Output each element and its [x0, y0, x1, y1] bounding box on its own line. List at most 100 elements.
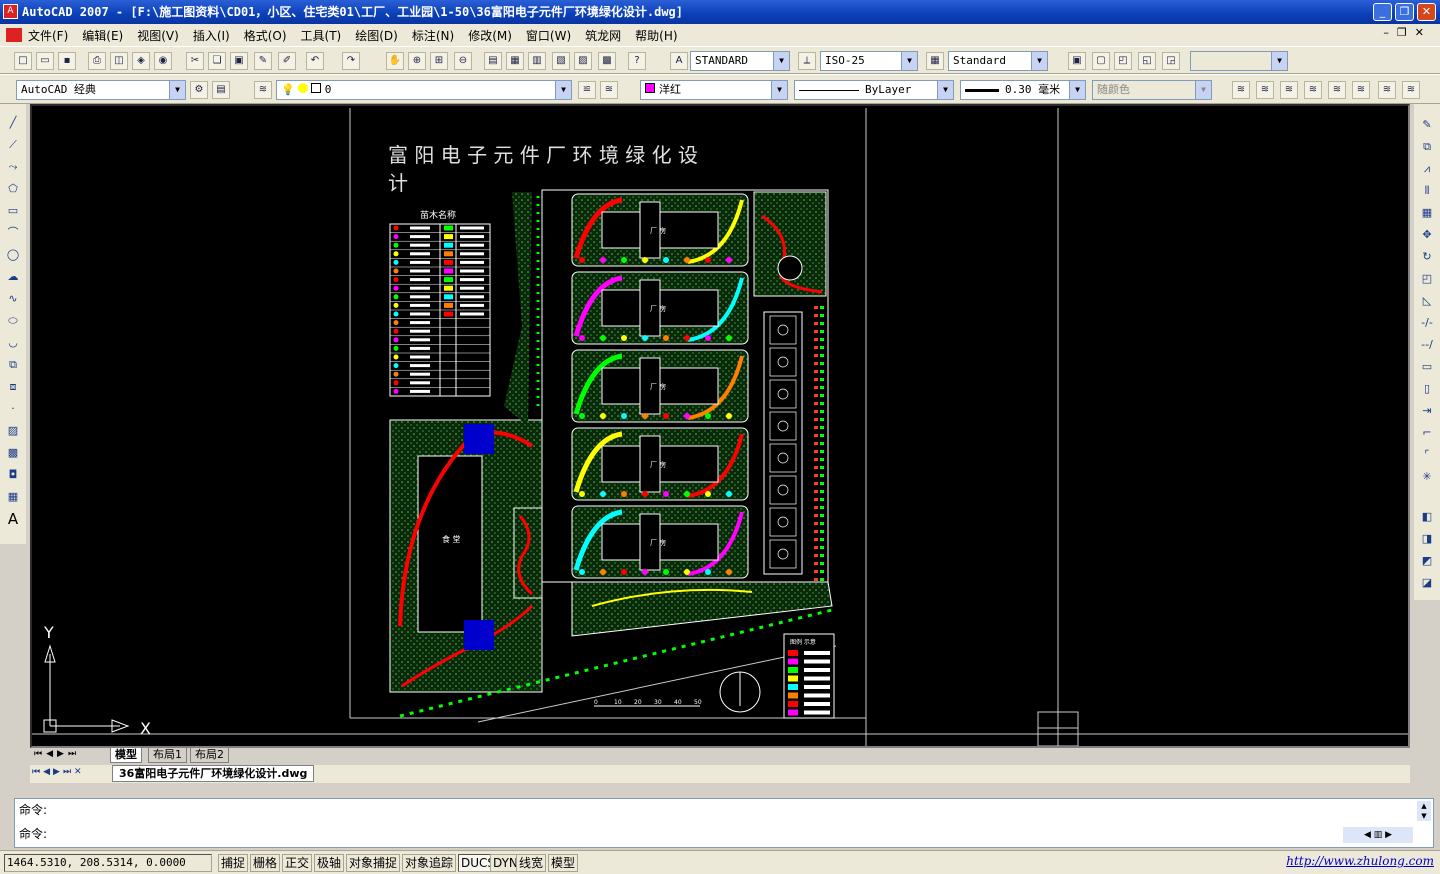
layer-previous-icon[interactable]: ≊	[600, 81, 618, 99]
polyline-icon[interactable]: ⤳	[4, 158, 22, 176]
viewport-scale-select[interactable]: ▼	[1190, 51, 1288, 71]
break-icon[interactable]: ▯	[1418, 380, 1436, 398]
text-style-select[interactable]: STANDARD ▼	[690, 51, 790, 71]
move-icon[interactable]: ✥	[1418, 226, 1436, 244]
layer-tool-icon-8[interactable]: ≋	[1402, 81, 1420, 99]
ellipse-icon[interactable]: ⬭	[4, 312, 22, 330]
region-icon[interactable]: ◘	[4, 466, 22, 484]
menu-help[interactable]: 帮助(H)	[635, 27, 677, 44]
menu-draw[interactable]: 绘图(D)	[355, 27, 398, 44]
viewport-icon-1[interactable]: ▣	[1068, 52, 1086, 70]
osnap-toggle[interactable]: 对象捕捉	[346, 854, 401, 872]
zoom-realtime-icon[interactable]: ⊕	[408, 52, 426, 70]
doc-icon[interactable]	[6, 28, 22, 42]
paste-icon[interactable]: ▣	[230, 52, 248, 70]
dim-style-icon[interactable]: ⟂	[798, 52, 816, 70]
layer-tool-icon-1[interactable]: ≋	[1232, 81, 1250, 99]
cut-icon[interactable]: ✂	[186, 52, 204, 70]
tab-model[interactable]: 模型	[110, 748, 142, 763]
maximize-button[interactable]: ❐	[1395, 3, 1414, 21]
open-icon[interactable]: ▭	[36, 52, 54, 70]
otrack-toggle[interactable]: 对象追踪	[402, 854, 457, 872]
layer-tool-icon-6[interactable]: ≋	[1352, 81, 1370, 99]
insert-block-icon[interactable]: ⧉	[4, 356, 22, 374]
text-style-icon[interactable]: A	[670, 52, 688, 70]
revision-cloud-icon[interactable]: ☁	[4, 268, 22, 286]
command-window[interactable]: 命令: 命令: ▲ ▼ ◀ ▥ ▶	[14, 798, 1434, 848]
markup-icon[interactable]: ▨	[574, 52, 592, 70]
gradient-icon[interactable]: ▩	[4, 444, 22, 462]
array-icon[interactable]: ▦	[1418, 204, 1436, 222]
menu-dimension[interactable]: 标注(N)	[412, 27, 454, 44]
table-style-select[interactable]: Standard ▼	[948, 51, 1048, 71]
menu-format[interactable]: 格式(O)	[244, 27, 287, 44]
make-current-layer-icon[interactable]: ≌	[578, 81, 596, 99]
draworder-icon-3[interactable]: ◩	[1418, 552, 1436, 570]
table-icon[interactable]: ▦	[4, 488, 22, 506]
scale-icon[interactable]: ◰	[1418, 270, 1436, 288]
pan-icon[interactable]: ✋	[386, 52, 404, 70]
close-button[interactable]: ✕	[1417, 3, 1436, 21]
minimize-button[interactable]: _	[1373, 3, 1392, 21]
grid-toggle[interactable]: 栅格	[250, 854, 281, 872]
draworder-icon-2[interactable]: ◨	[1418, 530, 1436, 548]
model-toggle[interactable]: 模型	[548, 854, 579, 872]
calculator-icon[interactable]: ▩	[598, 52, 616, 70]
command-scrollbar[interactable]: ▲ ▼	[1417, 801, 1431, 821]
mirror-icon[interactable]: ⩘	[1418, 160, 1436, 178]
layer-tool-icon-4[interactable]: ≋	[1304, 81, 1322, 99]
menu-view[interactable]: 视图(V)	[137, 27, 179, 44]
tool-palettes-icon[interactable]: ▥	[528, 52, 546, 70]
draworder-icon-1[interactable]: ◧	[1418, 508, 1436, 526]
linetype-select[interactable]: ByLayer ▼	[794, 80, 954, 100]
stretch-icon[interactable]: ◺	[1418, 292, 1436, 310]
viewport-icon-3[interactable]: ◰	[1114, 52, 1132, 70]
menu-window[interactable]: 窗口(W)	[526, 27, 571, 44]
join-icon[interactable]: ⇥	[1418, 402, 1436, 420]
multiline-text-icon[interactable]: A	[4, 510, 22, 528]
viewport-icon-4[interactable]: ◱	[1138, 52, 1156, 70]
command-prompt[interactable]: 命令:	[19, 825, 47, 843]
menu-tools[interactable]: 工具(T)	[301, 27, 342, 44]
copy-object-icon[interactable]: ⧉	[1418, 138, 1436, 156]
menu-modify[interactable]: 修改(M)	[468, 27, 512, 44]
copy-icon[interactable]: ❏	[208, 52, 226, 70]
trim-icon[interactable]: -/-	[1418, 314, 1436, 332]
make-block-icon[interactable]: ⧈	[4, 378, 22, 396]
new-icon[interactable]: □	[14, 52, 32, 70]
tab-layout2[interactable]: 布局2	[190, 748, 229, 763]
spline-icon[interactable]: ∿	[4, 290, 22, 308]
drawing-canvas[interactable]: 富 阳 电 子 元 件 厂 环 境 绿 化 设 计 苗木名称 食 堂 厂 房厂 …	[30, 104, 1410, 748]
save-icon[interactable]: ▪	[58, 52, 76, 70]
zhulong-link[interactable]: http://www.zhulong.com	[1286, 854, 1434, 868]
match-properties-icon[interactable]: ✎	[254, 52, 272, 70]
doc-window-controls[interactable]: –❐✕	[1383, 26, 1432, 39]
zoom-window-icon[interactable]: ⊞	[430, 52, 448, 70]
arc-icon[interactable]: ⌒	[4, 224, 22, 242]
layer-tool-icon-7[interactable]: ≋	[1378, 81, 1396, 99]
file-tab-current[interactable]: 36富阳电子元件厂环境绿化设计.dwg	[112, 765, 315, 782]
undo-icon[interactable]: ↶	[306, 52, 324, 70]
menu-insert[interactable]: 插入(I)	[193, 27, 230, 44]
tab-layout1[interactable]: 布局1	[148, 748, 187, 763]
chamfer-icon[interactable]: ⌐	[1418, 424, 1436, 442]
viewport-icon-5[interactable]: ◲	[1162, 52, 1180, 70]
offset-icon[interactable]: ⫴	[1418, 182, 1436, 200]
workspace-save-icon[interactable]: ▤	[212, 81, 230, 99]
rotate-icon[interactable]: ↻	[1418, 248, 1436, 266]
design-center-icon[interactable]: ▦	[506, 52, 524, 70]
explode-icon[interactable]: ✳	[1418, 468, 1436, 486]
layer-tool-icon-2[interactable]: ≋	[1256, 81, 1274, 99]
block-editor-icon[interactable]: ✐	[278, 52, 296, 70]
plot-preview-icon[interactable]: ◫	[110, 52, 128, 70]
break-at-point-icon[interactable]: ▭	[1418, 358, 1436, 376]
menu-edit[interactable]: 编辑(E)	[82, 27, 123, 44]
3d-dwf-icon[interactable]: ◉	[154, 52, 172, 70]
menu-zhulong[interactable]: 筑龙网	[585, 27, 621, 44]
layer-tool-icon-5[interactable]: ≋	[1328, 81, 1346, 99]
coordinate-readout[interactable]: 1464.5310, 208.5314, 0.0000	[4, 854, 212, 872]
redo-icon[interactable]: ↷	[342, 52, 360, 70]
layer-manager-icon[interactable]: ≋	[254, 81, 272, 99]
sheet-set-icon[interactable]: ▧	[552, 52, 570, 70]
command-h-scrollbar[interactable]: ◀ ▥ ▶	[1343, 827, 1413, 843]
